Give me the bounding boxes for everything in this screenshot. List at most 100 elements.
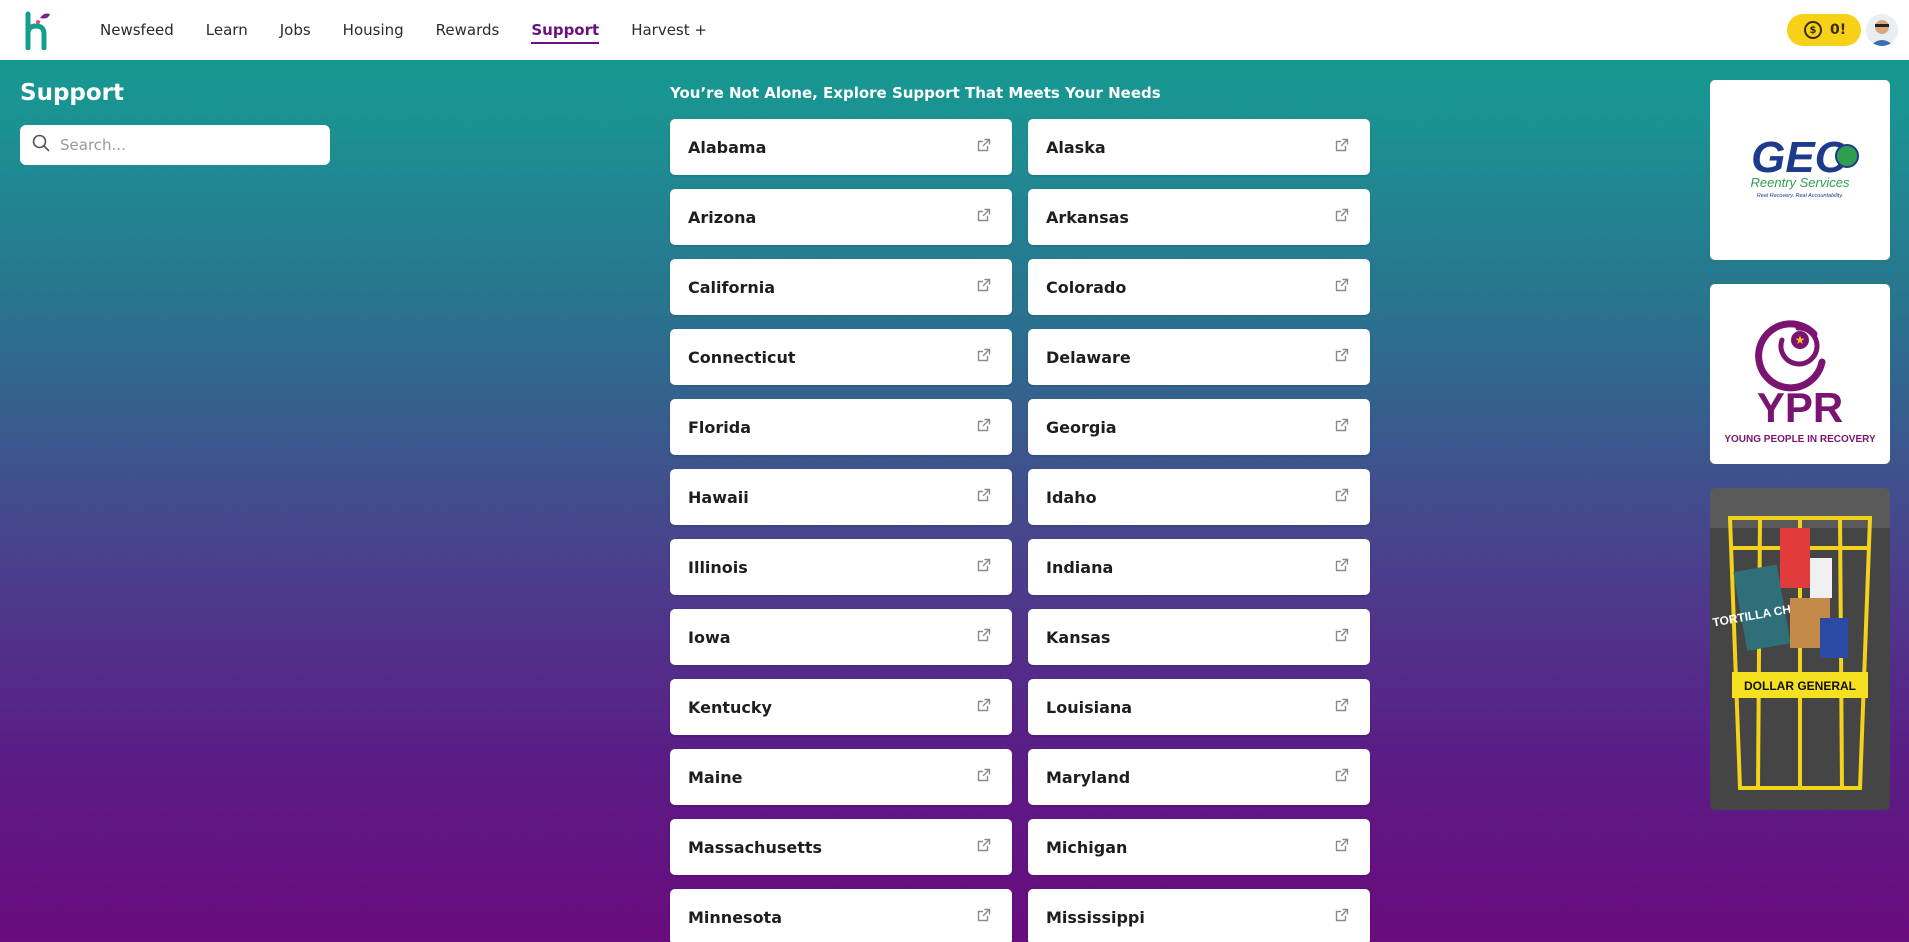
external-link-icon [1334, 137, 1350, 157]
external-link-icon [1334, 487, 1350, 507]
external-link-icon [976, 347, 992, 367]
support-heading: You’re Not Alone, Explore Support That M… [670, 84, 1161, 102]
ypr-ad[interactable]: ★ YPR YOUNG PEOPLE IN RECOVERY [1710, 284, 1890, 464]
state-card-maine[interactable]: Maine [670, 749, 1012, 805]
state-card-florida[interactable]: Florida [670, 399, 1012, 455]
state-name: Minnesota [688, 907, 782, 927]
user-avatar[interactable] [1866, 14, 1898, 46]
state-name: Mississippi [1046, 907, 1145, 927]
state-card-michigan[interactable]: Michigan [1028, 819, 1370, 875]
state-name: Delaware [1046, 347, 1131, 367]
search-box[interactable] [20, 125, 330, 165]
harvest-logo[interactable] [24, 10, 52, 51]
state-name: Massachusetts [688, 837, 823, 857]
state-card-louisiana[interactable]: Louisiana [1028, 679, 1370, 735]
external-link-icon [1334, 627, 1350, 647]
state-name: Maine [688, 767, 743, 787]
ypr-tagline: YOUNG PEOPLE IN RECOVERY [1724, 434, 1876, 445]
nav-harvest-plus[interactable]: Harvest + [631, 19, 707, 41]
external-link-icon [976, 837, 992, 857]
geo-line2: Real Recovery. Real Accountability. [1757, 193, 1844, 199]
top-navigation-bar: Newsfeed Learn Jobs Housing Rewards Supp… [0, 0, 1909, 60]
main-nav: Newsfeed Learn Jobs Housing Rewards Supp… [100, 0, 739, 60]
coins-count: 0! [1830, 22, 1847, 38]
state-card-california[interactable]: California [670, 259, 1012, 315]
geo-reentry-ad[interactable]: GEO Reentry Services Real Recovery. Real… [1710, 80, 1890, 260]
state-name: Kentucky [688, 697, 772, 717]
state-name: Connecticut [688, 347, 796, 367]
state-card-illinois[interactable]: Illinois [670, 539, 1012, 595]
state-card-colorado[interactable]: Colorado [1028, 259, 1370, 315]
state-name: Kansas [1046, 627, 1111, 647]
external-link-icon [1334, 697, 1350, 717]
state-name: Michigan [1046, 837, 1128, 857]
state-card-alaska[interactable]: Alaska [1028, 119, 1370, 175]
state-card-idaho[interactable]: Idaho [1028, 469, 1370, 525]
dollar-general-ad[interactable]: TORTILLA CHIPS DOLLAR GENERAL [1710, 488, 1890, 810]
state-card-hawaii[interactable]: Hawaii [670, 469, 1012, 525]
external-link-icon [976, 417, 992, 437]
state-name: California [688, 277, 776, 297]
states-grid: Alabama Alaska Arizona Arkansas California Co… [670, 119, 1370, 942]
state-card-arkansas[interactable]: Arkansas [1028, 189, 1370, 245]
state-name: Arkansas [1046, 207, 1129, 227]
state-name: Florida [688, 417, 752, 437]
coins-balance-button[interactable]: $ 0! [1787, 14, 1861, 46]
page-title: Support [20, 80, 125, 106]
state-name: Indiana [1046, 557, 1114, 577]
state-name: Colorado [1046, 277, 1127, 297]
search-icon [32, 134, 50, 156]
external-link-icon [976, 767, 992, 787]
state-name: Alaska [1046, 137, 1106, 157]
state-name: Illinois [688, 557, 748, 577]
state-name: Iowa [688, 627, 731, 647]
external-link-icon [976, 907, 992, 927]
external-link-icon [1334, 417, 1350, 437]
state-card-maryland[interactable]: Maryland [1028, 749, 1370, 805]
external-link-icon [976, 487, 992, 507]
nav-support[interactable]: Support [531, 19, 599, 44]
external-link-icon [976, 207, 992, 227]
nav-jobs[interactable]: Jobs [280, 19, 311, 41]
state-name: Georgia [1046, 417, 1117, 437]
state-card-delaware[interactable]: Delaware [1028, 329, 1370, 385]
dollar-coin-icon: $ [1804, 21, 1822, 39]
state-card-massachusetts[interactable]: Massachusetts [670, 819, 1012, 875]
nav-rewards[interactable]: Rewards [436, 19, 500, 41]
state-name: Idaho [1046, 487, 1097, 507]
nav-newsfeed[interactable]: Newsfeed [100, 19, 174, 41]
state-card-iowa[interactable]: Iowa [670, 609, 1012, 665]
external-link-icon [1334, 277, 1350, 297]
state-name: Louisiana [1046, 697, 1133, 717]
nav-learn[interactable]: Learn [206, 19, 248, 41]
geo-line1: Reentry Services [1751, 175, 1850, 190]
state-card-georgia[interactable]: Georgia [1028, 399, 1370, 455]
state-card-connecticut[interactable]: Connecticut [670, 329, 1012, 385]
state-card-kansas[interactable]: Kansas [1028, 609, 1370, 665]
state-card-minnesota[interactable]: Minnesota [670, 889, 1012, 942]
svg-text:★: ★ [1795, 333, 1806, 347]
state-card-alabama[interactable]: Alabama [670, 119, 1012, 175]
external-link-icon [976, 557, 992, 577]
external-link-icon [1334, 767, 1350, 787]
external-link-icon [1334, 907, 1350, 927]
external-link-icon [976, 137, 992, 157]
external-link-icon [1334, 837, 1350, 857]
search-input[interactable] [60, 136, 320, 154]
external-link-icon [976, 697, 992, 717]
external-link-icon [976, 627, 992, 647]
external-link-icon [1334, 207, 1350, 227]
dollar-general-logo-text: DOLLAR GENERAL [1744, 679, 1856, 693]
external-link-icon [1334, 557, 1350, 577]
state-card-arizona[interactable]: Arizona [670, 189, 1012, 245]
state-card-indiana[interactable]: Indiana [1028, 539, 1370, 595]
state-card-mississippi[interactable]: Mississippi [1028, 889, 1370, 942]
external-link-icon [1334, 347, 1350, 367]
state-name: Hawaii [688, 487, 749, 507]
external-link-icon [976, 277, 992, 297]
nav-housing[interactable]: Housing [343, 19, 404, 41]
state-name: Alabama [688, 137, 767, 157]
state-card-kentucky[interactable]: Kentucky [670, 679, 1012, 735]
state-name: Maryland [1046, 767, 1131, 787]
ypr-logo-text: YPR [1757, 384, 1843, 431]
